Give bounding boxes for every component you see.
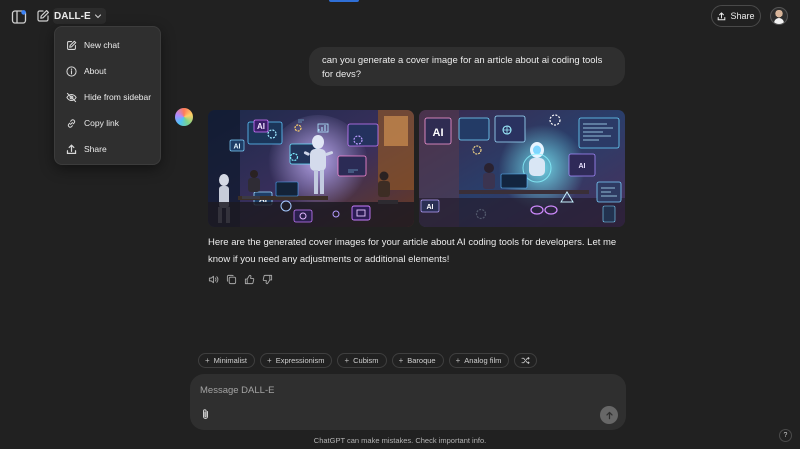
top-accent-bar — [329, 0, 359, 2]
generated-image-1[interactable]: AI AI AI — [208, 110, 414, 227]
ai-label: AI — [427, 204, 434, 211]
style-chip-label: Analog film — [464, 356, 502, 365]
copy-icon — [226, 274, 237, 285]
style-chip-label: Minimalist — [213, 356, 248, 365]
eye-off-icon — [66, 92, 77, 102]
attach-button[interactable] — [198, 407, 212, 421]
chat-page: DALL-E Share New chat About Hide from si… — [0, 0, 800, 449]
paperclip-icon — [202, 408, 208, 419]
style-chip-expressionism[interactable]: + Expressionism — [260, 353, 333, 368]
style-chip-minimalist[interactable]: + Minimalist — [198, 353, 256, 368]
shuffle-icon — [521, 356, 531, 365]
menu-item-label: Copy link — [84, 118, 119, 128]
copy-button[interactable] — [226, 274, 237, 285]
model-menu: New chat About Hide from sidebar Copy li… — [54, 26, 161, 165]
ai-label: AI — [257, 122, 265, 131]
menu-item-label: About — [84, 66, 107, 76]
style-chip-cubism[interactable]: + Cubism — [337, 353, 387, 368]
info-icon — [66, 65, 77, 77]
share-button-label: Share — [730, 11, 755, 21]
message-input[interactable] — [200, 383, 600, 397]
link-icon — [67, 118, 76, 128]
menu-item-label: New chat — [84, 40, 120, 50]
new-chat-button[interactable] — [35, 8, 51, 24]
plus-icon: + — [205, 356, 210, 365]
share-icon — [66, 143, 77, 154]
help-button[interactable]: ? — [779, 429, 792, 442]
model-switcher[interactable]: DALL-E — [53, 8, 106, 24]
menu-item-new-chat[interactable]: New chat — [55, 32, 160, 58]
new-chat-icon — [37, 10, 49, 22]
menu-item-share[interactable]: Share — [55, 136, 160, 162]
ai-label: AI — [579, 163, 586, 170]
style-chip-label: Expressionism — [275, 356, 325, 365]
plus-icon: + — [344, 356, 350, 365]
read-aloud-button[interactable] — [208, 274, 219, 285]
read-aloud-icon — [208, 275, 219, 284]
sidebar-toggle-button[interactable] — [10, 8, 28, 26]
thumbs-down-button[interactable] — [262, 274, 273, 285]
share-button[interactable]: Share — [711, 5, 761, 27]
help-label: ? — [783, 432, 788, 439]
thumbs-up-icon — [244, 274, 255, 285]
ai-label: AI — [433, 127, 444, 139]
thumbs-down-icon — [262, 274, 273, 285]
menu-item-about[interactable]: About — [55, 58, 160, 84]
generated-image-2[interactable]: AI AI AI — [419, 110, 625, 227]
share-icon — [718, 11, 726, 20]
arrow-up-icon — [605, 411, 613, 419]
thumbs-up-button[interactable] — [244, 274, 255, 285]
assistant-message-text: Here are the generated cover images for … — [208, 237, 617, 265]
plus-icon: + — [455, 356, 461, 365]
menu-item-hide-from-sidebar[interactable]: Hide from sidebar — [55, 84, 160, 110]
shuffle-styles-button[interactable] — [514, 353, 538, 368]
chevron-down-icon — [94, 14, 101, 19]
user-avatar[interactable] — [770, 7, 788, 25]
plus-icon: + — [267, 356, 272, 365]
plus-icon: + — [398, 356, 404, 365]
send-button[interactable] — [600, 406, 618, 424]
assistant-avatar — [175, 108, 193, 126]
style-chip-baroque[interactable]: + Baroque — [391, 353, 444, 368]
disclaimer-text: ChatGPT can make mistakes. Check importa… — [313, 436, 487, 445]
menu-item-label: Hide from sidebar — [84, 92, 152, 102]
user-message-text: can you generate a cover image for an ar… — [322, 55, 603, 80]
menu-item-copy-link[interactable]: Copy link — [55, 110, 160, 136]
sidebar-icon — [11, 10, 27, 24]
message-composer — [190, 374, 626, 430]
generated-image-1-art: AI AI AI — [208, 110, 414, 227]
style-chip-label: Cubism — [353, 356, 379, 365]
style-chip-analog-film[interactable]: + Analog film — [448, 353, 510, 368]
style-chip-label: Baroque — [407, 356, 436, 365]
user-message-bubble: can you generate a cover image for an ar… — [309, 47, 625, 86]
new-chat-icon — [67, 40, 77, 50]
style-suggestions: + Minimalist + Expressionism + Cubism + … — [198, 353, 538, 368]
model-name: DALL-E — [54, 10, 91, 22]
ai-label: AI — [234, 144, 241, 151]
menu-item-label: Share — [84, 144, 107, 154]
message-actions — [208, 274, 273, 285]
generated-image-2-art: AI AI AI — [419, 110, 625, 227]
